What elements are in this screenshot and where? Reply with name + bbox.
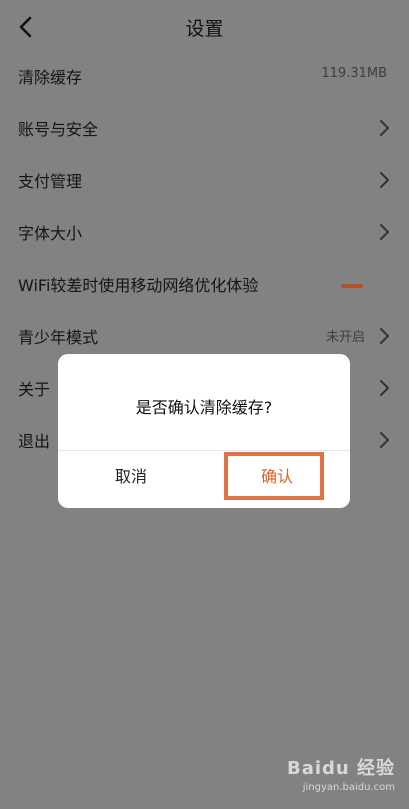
settings-item-label: 退出 [18,432,51,451]
settings-item-clear-cache[interactable]: 清除缓存 119.31MB [0,50,409,102]
settings-item-label: 青少年模式 [18,328,99,347]
dialog-message: 是否确认清除缓存? [135,398,273,417]
cancel-button[interactable]: 取消 [58,451,204,508]
settings-item-wifi-optimize: WiFi较差时使用移动网络优化体验 [0,258,409,310]
chevron-right-icon [380,432,389,448]
chevron-right-icon [380,224,389,240]
confirm-dialog: 是否确认清除缓存? 取消 确认 [58,354,350,508]
chevron-right-icon [380,120,389,136]
settings-item-label: 清除缓存 [18,68,83,87]
settings-item-font-size[interactable]: 字体大小 [0,206,409,258]
settings-item-label: 支付管理 [18,172,83,191]
confirm-highlight-box [224,452,324,500]
settings-item-label: 字体大小 [18,224,83,243]
settings-item-label: 关于 [18,380,51,399]
chevron-right-icon [380,380,389,396]
settings-item-payment[interactable]: 支付管理 [0,154,409,206]
watermark: Baidu 经验 jingyan.baidu.com [287,754,395,793]
chevron-right-icon [380,328,389,344]
settings-screen: 设置 清除缓存 119.31MB 账号与安全 支付管理 字体大小 WiFi较差时… [0,0,409,809]
cache-size-value: 119.31MB [321,66,387,81]
wifi-optimize-toggle[interactable] [341,284,363,288]
page-title: 设置 [185,18,224,40]
chevron-right-icon [380,172,389,188]
header: 设置 [0,0,409,56]
watermark-brand: Baidu 经验 [286,758,395,779]
settings-item-label: 账号与安全 [18,120,99,139]
settings-item-account-security[interactable]: 账号与安全 [0,102,409,154]
settings-item-label: WiFi较差时使用移动网络优化体验 [18,276,259,295]
teen-mode-status: 未开启 [325,330,365,345]
watermark-url: jingyan.baidu.com [302,782,395,793]
